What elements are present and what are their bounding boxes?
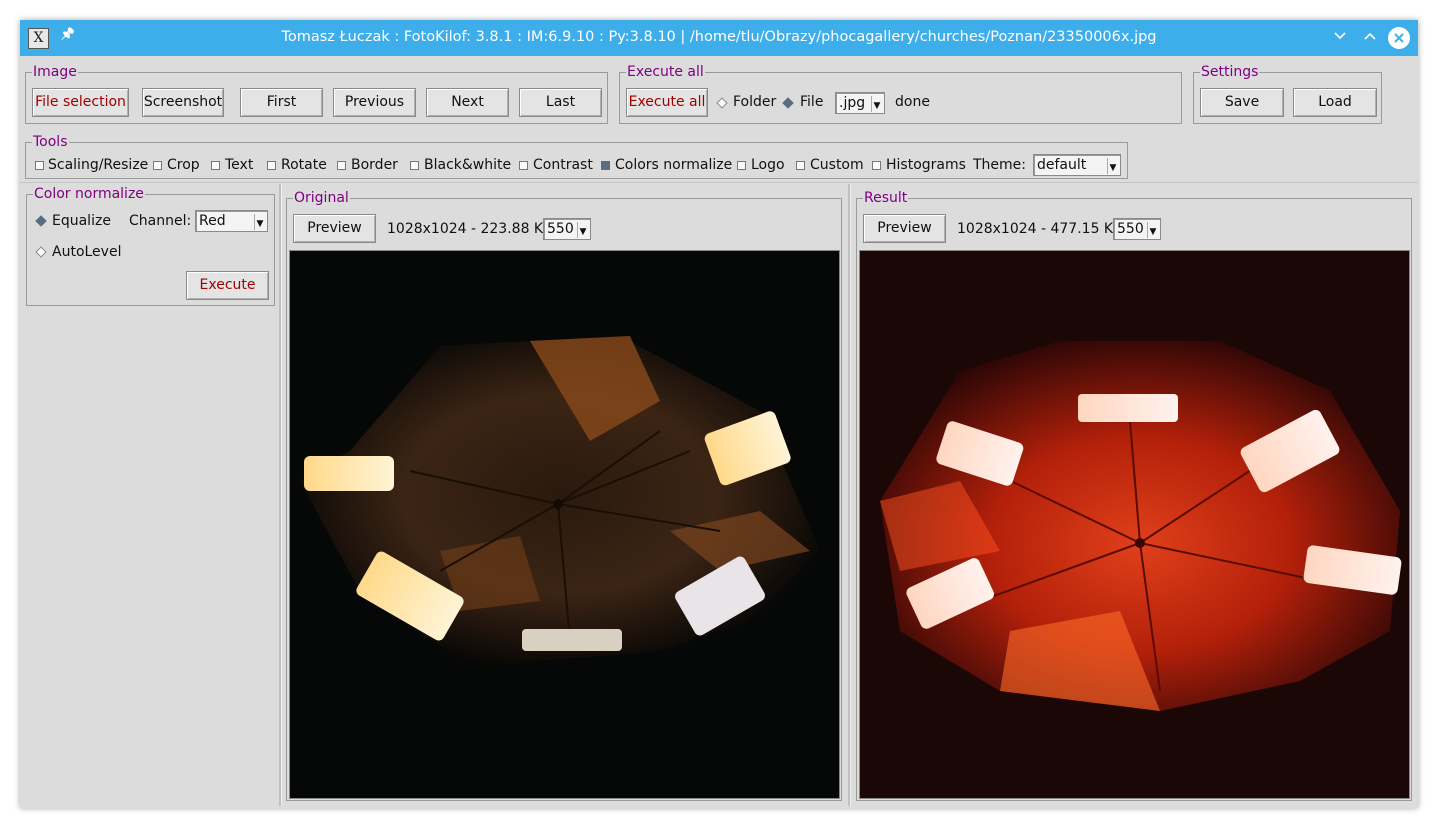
channel-select[interactable]: Red ▼ bbox=[195, 210, 268, 232]
border-label: Border bbox=[351, 157, 398, 173]
tools-group: Tools Scaling/Resize Crop Text Rotate Bo… bbox=[25, 134, 1128, 179]
panel-separator-right bbox=[848, 184, 851, 806]
file-radio[interactable] bbox=[782, 97, 794, 109]
folder-radio[interactable] bbox=[716, 97, 728, 109]
result-image bbox=[859, 250, 1410, 799]
result-preview-button[interactable]: Preview bbox=[863, 214, 946, 243]
original-size-select[interactable]: 550 ▼ bbox=[543, 218, 591, 240]
autolevel-label: AutoLevel bbox=[52, 244, 122, 260]
equalize-radio[interactable] bbox=[35, 215, 47, 227]
result-size-value: 550 bbox=[1117, 221, 1144, 237]
original-image bbox=[289, 250, 840, 799]
original-legend: Original bbox=[293, 190, 350, 206]
rotate-checkbox[interactable] bbox=[267, 161, 276, 170]
rotate-label: Rotate bbox=[281, 157, 327, 173]
color-normalize-legend: Color normalize bbox=[33, 186, 145, 202]
image-group: Image File selection Screenshot First Pr… bbox=[25, 64, 608, 124]
result-legend: Result bbox=[863, 190, 909, 206]
text-checkbox[interactable] bbox=[211, 161, 220, 170]
chevron-down-icon[interactable]: ▼ bbox=[577, 222, 588, 238]
status-text: done bbox=[895, 94, 930, 110]
original-preview-button[interactable]: Preview bbox=[293, 214, 376, 243]
last-button[interactable]: Last bbox=[519, 88, 602, 117]
theme-select[interactable]: default ▼ bbox=[1033, 154, 1121, 176]
custom-checkbox[interactable] bbox=[796, 161, 805, 170]
theme-value: default bbox=[1037, 157, 1087, 173]
original-info: 1028x1024 - 223.88 KB bbox=[387, 221, 553, 237]
black-white-label: Black&white bbox=[424, 157, 512, 173]
execute-all-button[interactable]: Execute all bbox=[626, 88, 708, 117]
previous-button[interactable]: Previous bbox=[333, 88, 416, 117]
black-white-checkbox[interactable] bbox=[410, 161, 419, 170]
extension-select[interactable]: .jpg ▼ bbox=[835, 92, 885, 114]
file-label: File bbox=[800, 94, 824, 110]
chevron-down-icon[interactable]: ▼ bbox=[254, 214, 265, 230]
logo-label: Logo bbox=[751, 157, 785, 173]
folder-label: Folder bbox=[733, 94, 777, 110]
border-checkbox[interactable] bbox=[337, 161, 346, 170]
channel-label: Channel: bbox=[129, 213, 192, 229]
colors-normalize-checkbox[interactable] bbox=[601, 161, 610, 170]
contrast-label: Contrast bbox=[533, 157, 593, 173]
tools-legend: Tools bbox=[32, 134, 69, 150]
app-window: X 📌 Tomasz Łuczak : FotoKilof: 3.8.1 : I… bbox=[20, 20, 1418, 808]
colors-normalize-label: Colors normalize bbox=[615, 157, 733, 173]
settings-group: Settings Save Load bbox=[1193, 64, 1382, 124]
theme-label: Theme: bbox=[973, 157, 1027, 173]
equalize-label: Equalize bbox=[52, 213, 111, 229]
color-normalize-group: Color normalize Equalize Channel: Red ▼ … bbox=[26, 186, 275, 306]
result-info: 1028x1024 - 477.15 KB bbox=[957, 221, 1123, 237]
save-button[interactable]: Save bbox=[1200, 88, 1284, 117]
autolevel-radio[interactable] bbox=[35, 246, 47, 258]
screenshot-button[interactable]: Screenshot bbox=[142, 88, 224, 117]
histograms-checkbox[interactable] bbox=[872, 161, 881, 170]
toolbar-divider bbox=[20, 182, 1418, 183]
settings-legend: Settings bbox=[1200, 64, 1260, 80]
execute-all-group: Execute all Execute all Folder File .jpg… bbox=[619, 64, 1182, 124]
result-group: Result Preview 1028x1024 - 477.15 KB 550… bbox=[856, 190, 1412, 801]
extension-value: .jpg bbox=[839, 95, 866, 111]
next-button[interactable]: Next bbox=[426, 88, 509, 117]
scaling-resize-checkbox[interactable] bbox=[35, 161, 44, 170]
result-size-select[interactable]: 550 ▼ bbox=[1113, 218, 1161, 240]
load-button[interactable]: Load bbox=[1293, 88, 1377, 117]
original-size-value: 550 bbox=[547, 221, 574, 237]
contrast-checkbox[interactable] bbox=[519, 161, 528, 170]
file-selection-button[interactable]: File selection bbox=[32, 88, 129, 117]
original-group: Original Preview 1028x1024 - 223.88 KB 5… bbox=[286, 190, 842, 801]
panel-separator-left bbox=[279, 184, 282, 806]
chevron-down-icon[interactable]: ▼ bbox=[1107, 158, 1118, 174]
scaling-resize-label: Scaling/Resize bbox=[48, 157, 149, 173]
custom-label: Custom bbox=[810, 157, 864, 173]
logo-checkbox[interactable] bbox=[737, 161, 746, 170]
crop-label: Crop bbox=[167, 157, 200, 173]
image-group-legend: Image bbox=[32, 64, 78, 80]
histograms-label: Histograms bbox=[886, 157, 966, 173]
crop-checkbox[interactable] bbox=[153, 161, 162, 170]
execute-all-legend: Execute all bbox=[626, 64, 705, 80]
text-label: Text bbox=[225, 157, 254, 173]
window-title: Tomasz Łuczak : FotoKilof: 3.8.1 : IM:6.… bbox=[281, 29, 1157, 45]
execute-button[interactable]: Execute bbox=[186, 271, 269, 300]
chevron-down-icon[interactable]: ▼ bbox=[871, 96, 882, 112]
first-button[interactable]: First bbox=[240, 88, 323, 117]
maximize-icon[interactable] bbox=[1358, 26, 1382, 50]
close-icon[interactable] bbox=[1388, 27, 1410, 49]
chevron-down-icon[interactable]: ▼ bbox=[1147, 222, 1158, 238]
title-bar[interactable]: X 📌 Tomasz Łuczak : FotoKilof: 3.8.1 : I… bbox=[20, 20, 1418, 56]
channel-value: Red bbox=[199, 213, 226, 229]
minimize-icon[interactable] bbox=[1328, 26, 1352, 50]
